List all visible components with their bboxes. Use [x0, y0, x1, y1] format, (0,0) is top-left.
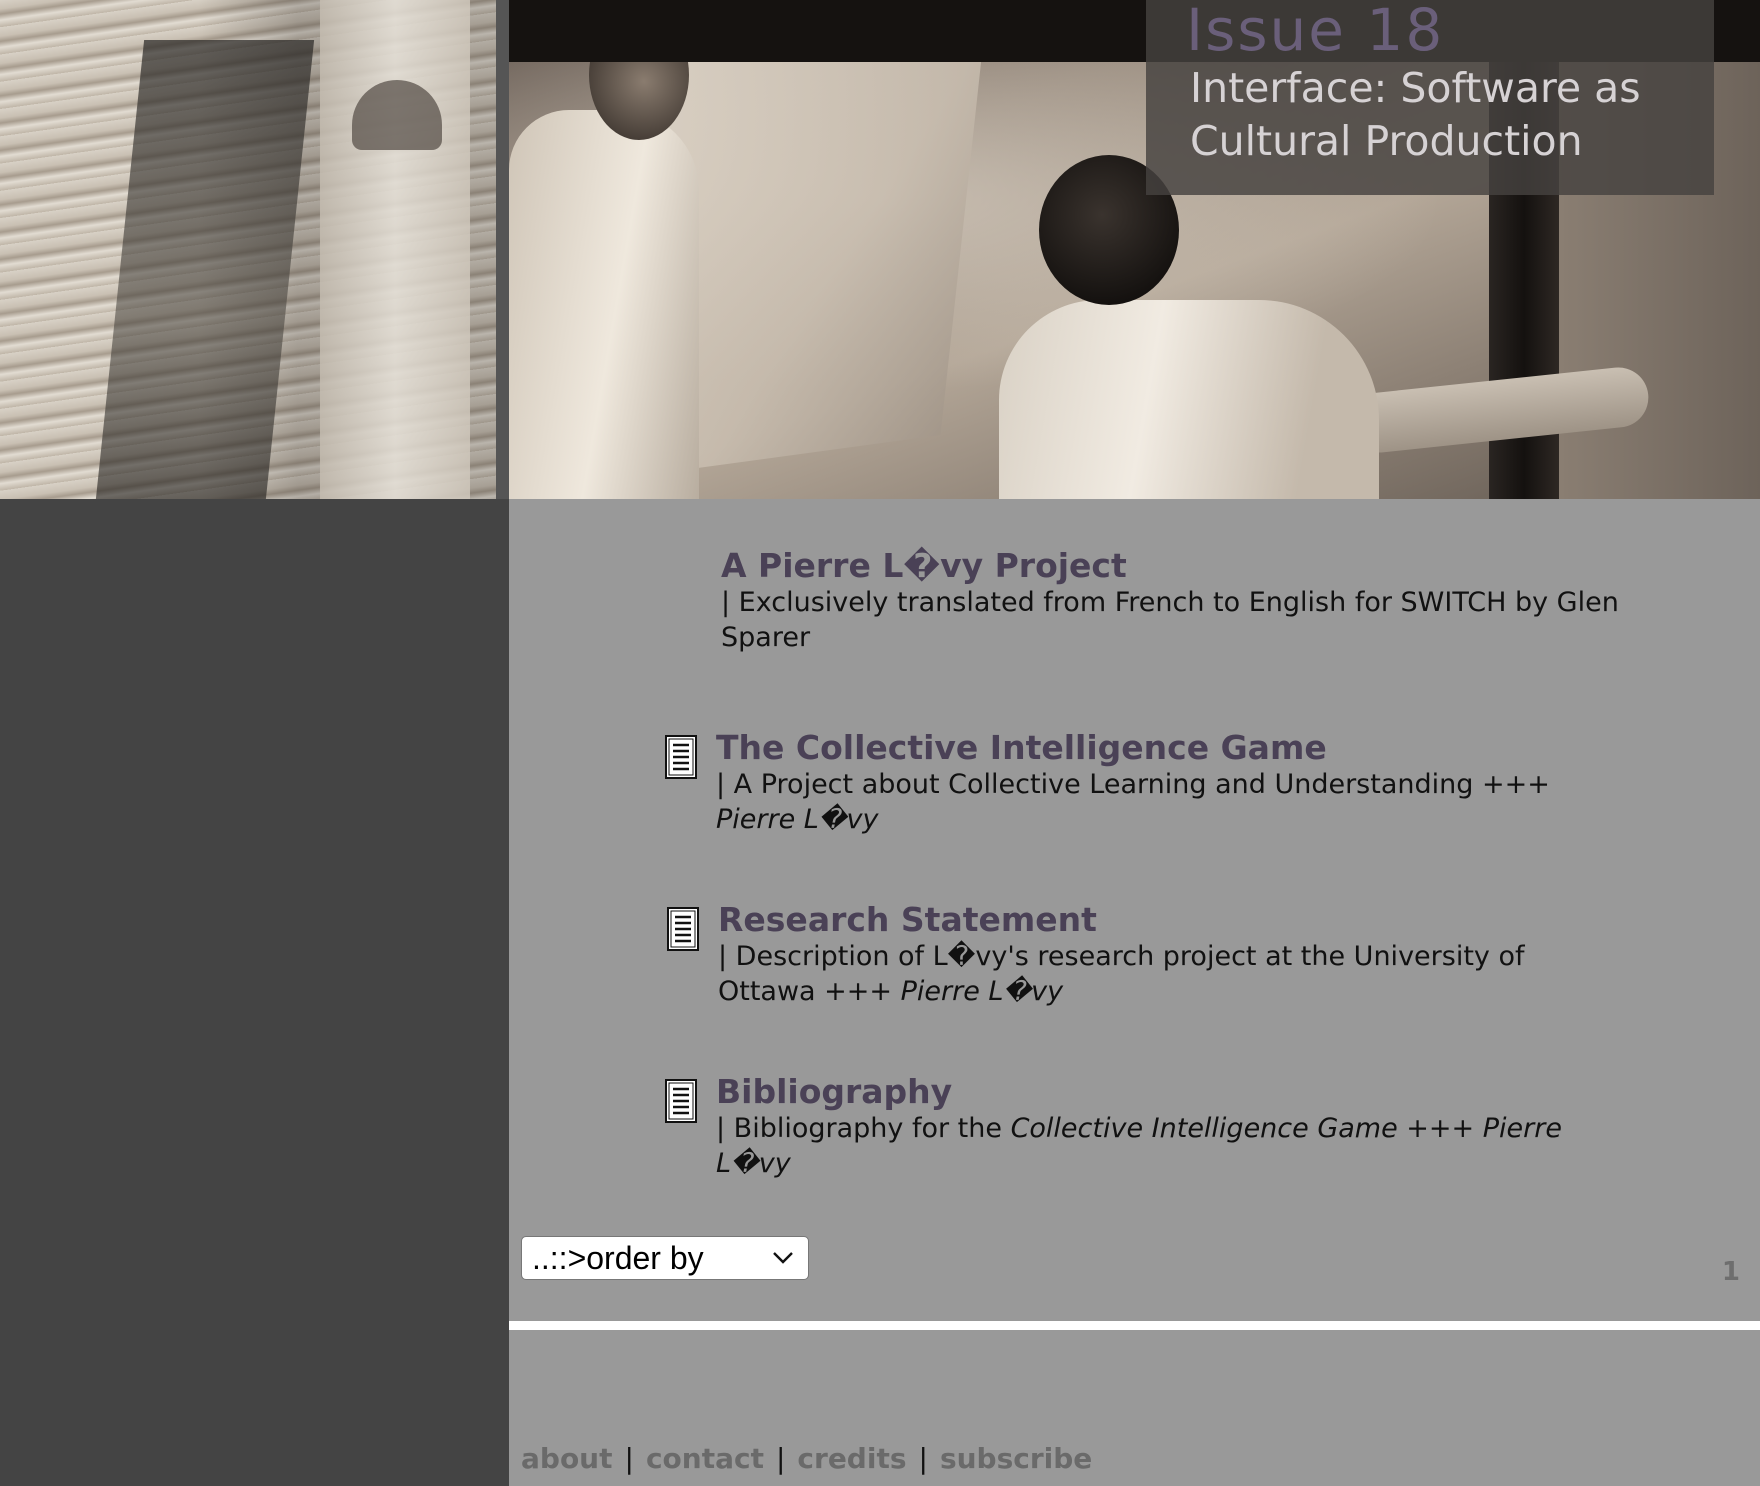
footer-separator: |	[918, 1442, 928, 1475]
document-icon[interactable]	[664, 734, 698, 780]
article-title-link[interactable]: Research Statement	[718, 901, 1578, 939]
footer-divider	[509, 1321, 1760, 1330]
order-by-value: ..::>order by	[532, 1240, 704, 1276]
issue-subtitle: Interface: Software as Cultural Producti…	[1190, 64, 1641, 165]
document-icon[interactable]	[664, 1078, 698, 1124]
document-icon[interactable]	[666, 906, 700, 952]
issue-title: Issue 18	[1186, 0, 1445, 64]
about-link[interactable]: about	[521, 1442, 613, 1475]
article-author: Pierre L�vy	[900, 976, 1064, 1007]
footer-separator: |	[775, 1442, 786, 1475]
subscribe-link[interactable]: subscribe	[940, 1442, 1092, 1475]
project-description: | Exclusively translated from French to …	[721, 587, 1619, 653]
issue-title-box: Issue 18 Interface: Software as Cultural…	[1146, 0, 1714, 195]
project-header: A Pierre L�vy Project | Exclusively tran…	[721, 547, 1621, 655]
header-photo-left	[0, 0, 496, 499]
footer-separator: |	[624, 1442, 634, 1475]
photo-divider	[496, 0, 509, 499]
chevron-down-icon	[773, 1252, 793, 1264]
article-description: | Description of L�vy's research project…	[718, 941, 1525, 1007]
content-panel: A Pierre L�vy Project | Exclusively tran…	[509, 499, 1760, 1321]
footer-nav: about | contact | credits | subscribe	[521, 1442, 1092, 1475]
footer: about | contact | credits | subscribe	[509, 1330, 1760, 1486]
header-hero-photo: Issue 18 Interface: Software as Cultural…	[509, 0, 1760, 499]
credits-link[interactable]: credits	[797, 1442, 906, 1475]
article-description: | A Project about Collective Learning an…	[716, 769, 1550, 800]
project-title: A Pierre L�vy Project	[721, 546, 1127, 585]
article-author: Pierre L�vy	[716, 804, 879, 835]
article-description: | Bibliography for the	[716, 1113, 1011, 1144]
page-number[interactable]: 1	[1722, 1257, 1740, 1287]
article-title-link[interactable]: The Collective Intelligence Game	[716, 729, 1596, 767]
contact-link[interactable]: contact	[646, 1442, 764, 1475]
order-by-select[interactable]: ..::>order by	[521, 1236, 809, 1280]
article-title-link[interactable]: Bibliography	[716, 1073, 1596, 1111]
